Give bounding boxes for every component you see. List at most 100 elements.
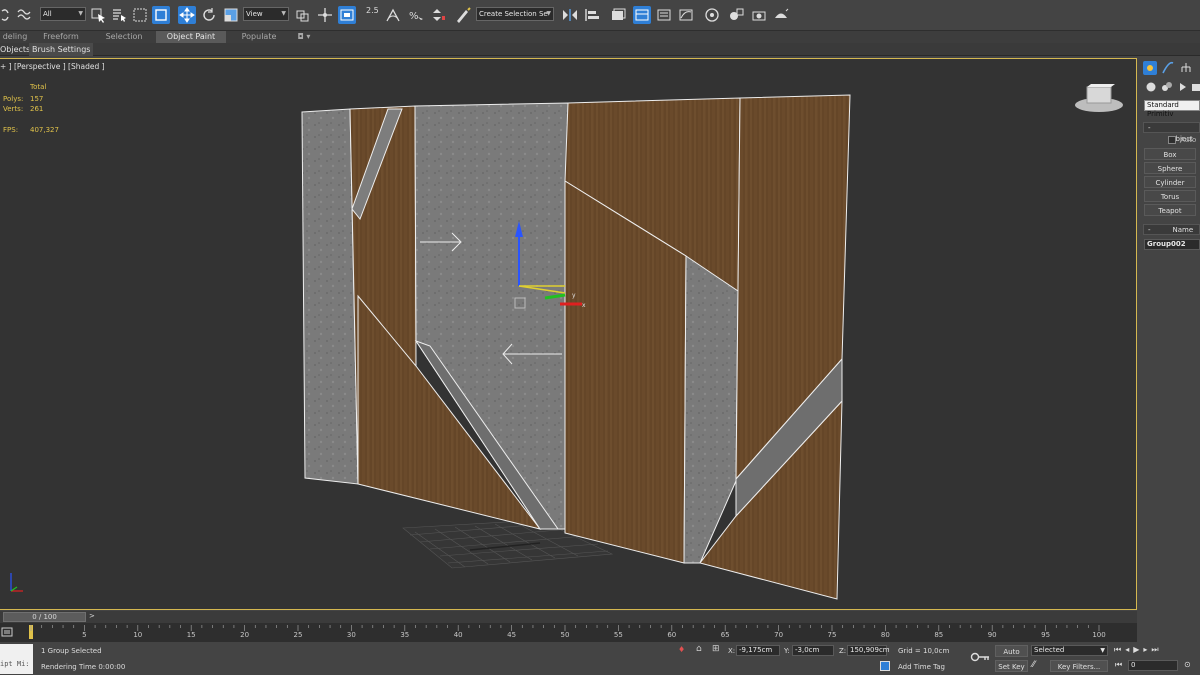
key-mode-toggle-icon[interactable]: ⏮ — [1115, 660, 1122, 670]
align-icon[interactable] — [583, 6, 601, 24]
autogrid-checkbox[interactable] — [1168, 136, 1176, 144]
tab-object-paint[interactable]: Object Paint — [156, 31, 226, 43]
track-tick-label: 35 — [400, 631, 410, 639]
object-type-rollout[interactable]: -Object — [1143, 122, 1200, 143]
toggle-ribbon-icon[interactable] — [655, 6, 673, 24]
select-by-name-icon[interactable] — [110, 6, 128, 24]
play-icon[interactable]: ▶ — [1133, 645, 1143, 654]
snaps-toggle-icon[interactable]: 2.5 — [366, 6, 379, 15]
tab-populate[interactable]: Populate — [232, 31, 286, 43]
create-tab-icon[interactable] — [1143, 61, 1157, 75]
window-crossing-icon[interactable] — [152, 6, 170, 24]
y-coord-field[interactable]: -3,0cm — [792, 645, 834, 656]
status-bar: ipt Mi: 1 Group Selected Rendering Time … — [0, 642, 1200, 675]
select-scale-icon[interactable] — [222, 6, 240, 24]
pivot-center-icon[interactable] — [293, 6, 311, 24]
render-production-icon[interactable] — [772, 6, 790, 24]
ribbon-panel-bar: Objects Brush Settings — [0, 43, 1200, 56]
lights-category-icon[interactable] — [1176, 80, 1190, 94]
current-frame-value: 0 — [1131, 661, 1136, 669]
box-button[interactable]: Box — [1144, 148, 1196, 160]
cylinder-button[interactable]: Cylinder — [1144, 176, 1196, 188]
time-configuration-icon[interactable]: ⊙ — [1184, 660, 1191, 669]
z-coord-field[interactable]: 150,909cm — [847, 645, 890, 656]
bind-space-warp-icon[interactable] — [16, 6, 34, 24]
schematic-view-icon[interactable] — [703, 6, 721, 24]
reference-coordinate-dropdown[interactable]: View ▼ — [243, 7, 289, 21]
torus-button[interactable]: Torus — [1144, 190, 1196, 202]
x-coord-field[interactable]: -9,175cm — [736, 645, 780, 656]
viewport-label[interactable]: + ] [Perspective ] [Shaded ] — [0, 62, 105, 71]
rollout-minus-icon: - — [1148, 226, 1151, 234]
rect-selection-region-icon[interactable] — [131, 6, 149, 24]
playback-controls: ⏮◂▶▸⏭ — [1114, 645, 1163, 655]
set-key-button[interactable]: Set Key — [995, 660, 1028, 672]
named-selection-dropdown[interactable]: Create Selection Se ▼ — [476, 7, 554, 21]
rollout-minus-icon: - — [1148, 124, 1151, 132]
chevron-down-icon: ▼ — [78, 10, 83, 17]
toggle-layer-explorer-icon[interactable] — [633, 6, 651, 24]
tab-modeling[interactable]: deling — [0, 31, 30, 43]
object-category-dropdown[interactable]: Standard Primitiv — [1144, 100, 1200, 118]
track-tick-label: 15 — [186, 631, 196, 639]
modify-tab-icon[interactable] — [1161, 61, 1175, 75]
time-tag-icon[interactable] — [880, 661, 890, 671]
sphere-button[interactable]: Sphere — [1144, 162, 1196, 174]
select-manipulate-icon[interactable] — [316, 6, 334, 24]
time-slider-label: 0 / 100 — [32, 613, 57, 621]
go-to-start-icon[interactable]: ⏮ — [1114, 645, 1125, 654]
select-rotate-icon[interactable] — [200, 6, 218, 24]
ribbon-options-icon[interactable]: ◘ ▾ — [294, 31, 314, 43]
maxscript-listener[interactable]: ipt Mi: — [0, 644, 33, 674]
current-frame-field[interactable]: 0 — [1128, 660, 1178, 671]
spinner-snap-icon[interactable] — [429, 6, 447, 24]
teapot-button[interactable]: Teapot — [1144, 204, 1196, 216]
angle-snap-icon[interactable] — [384, 6, 402, 24]
selection-filter-dropdown[interactable]: All ▼ — [40, 7, 86, 21]
auto-key-button[interactable]: Auto Key — [995, 645, 1028, 668]
render-setup-icon[interactable] — [750, 6, 768, 24]
material-editor-icon[interactable] — [727, 6, 745, 24]
tab-freeform[interactable]: Freeform — [36, 31, 86, 43]
default-tangent-icon[interactable]: ⁄⁄ — [1032, 660, 1035, 670]
shapes-category-icon[interactable] — [1160, 80, 1174, 94]
stats-total-label: Total — [30, 83, 47, 91]
object-name-field[interactable]: Group002 — [1144, 239, 1200, 250]
select-object-icon[interactable] — [89, 6, 107, 24]
next-frame-arrow[interactable]: > — [89, 612, 95, 620]
stats-fps-value: 407,327 — [30, 126, 59, 134]
select-move-icon[interactable] — [178, 6, 196, 24]
key-mode-dropdown[interactable]: Selected ▼ — [1031, 645, 1108, 656]
track-tick-label: 90 — [987, 631, 997, 639]
tab-selection[interactable]: Selection — [96, 31, 152, 43]
mirror-icon[interactable] — [561, 6, 579, 24]
command-panel: Standard Primitiv -Object Auto Box Spher… — [1140, 58, 1200, 610]
go-to-end-icon[interactable]: ⏭ — [1151, 645, 1162, 654]
add-time-tag-button[interactable]: Add Time Tag — [898, 663, 945, 671]
stats-polys-value: 157 — [30, 95, 44, 103]
hierarchy-tab-icon[interactable] — [1179, 61, 1193, 75]
unlink-icon[interactable] — [0, 6, 16, 24]
keyboard-shortcut-override-icon[interactable] — [338, 6, 356, 24]
cameras-category-icon[interactable] — [1190, 80, 1200, 94]
percent-snap-icon[interactable]: % — [407, 6, 425, 24]
key-mode-value: Selected — [1034, 646, 1065, 654]
toggle-scene-explorer-icon[interactable] — [609, 6, 627, 24]
perspective-viewport[interactable]: x y + ] [Perspective ] [Shaded ] Total P… — [0, 58, 1137, 610]
autogrid-label: Auto — [1180, 136, 1197, 144]
scene-render[interactable]: x y — [0, 59, 1137, 610]
key-icon[interactable] — [970, 651, 990, 663]
absolute-mode-icon[interactable]: ⊞ — [712, 644, 720, 654]
panel-brush-settings[interactable]: Brush Settings — [29, 43, 94, 56]
isolate-selection-icon[interactable]: ♦ — [678, 645, 685, 654]
edit-named-selection-icon[interactable] — [454, 6, 472, 24]
key-filters-button[interactable]: Key Filters... — [1050, 660, 1108, 672]
svg-text:%: % — [409, 11, 419, 22]
name-color-rollout[interactable]: -Name ar — [1143, 224, 1200, 245]
curve-editor-icon[interactable] — [677, 6, 695, 24]
time-slider[interactable]: 0 / 100 — [3, 612, 86, 622]
selection-lock-icon[interactable]: ⌂ — [696, 644, 702, 654]
track-bar[interactable]: 5 10 15 20 25 30 35 40 45 50 55 60 65 70 75 80 85 90 95 100 — [0, 623, 1137, 642]
track-tick-label: 85 — [934, 631, 944, 639]
geometry-category-icon[interactable] — [1144, 80, 1158, 94]
